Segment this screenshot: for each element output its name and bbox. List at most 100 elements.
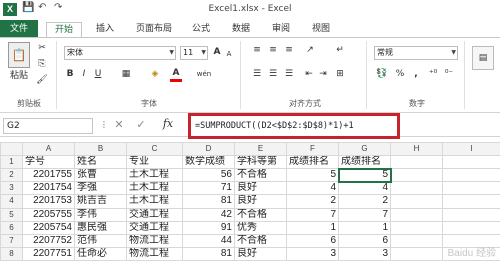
cell[interactable]: 李强	[74, 181, 127, 196]
cell[interactable]: 7	[286, 207, 339, 222]
cell[interactable]: 不合格	[234, 168, 287, 183]
increase-indent-icon[interactable]: ⇥	[316, 68, 330, 80]
cut-icon[interactable]: ✂	[36, 42, 48, 54]
cell[interactable]: 6	[286, 233, 339, 248]
font-size-combo[interactable]: 11 ▼	[180, 46, 208, 60]
cell[interactable]	[390, 155, 443, 170]
cell[interactable]: 范伟	[74, 233, 127, 248]
cell[interactable]: 4	[338, 181, 391, 196]
tab-page-layout[interactable]: 页面布局	[128, 22, 180, 38]
cell[interactable]: 56	[182, 168, 235, 183]
cell[interactable]: 良好	[234, 246, 287, 261]
orientation-icon[interactable]: ↗	[302, 44, 318, 56]
cancel-icon[interactable]: ✕	[112, 119, 126, 131]
cell[interactable]: 4	[286, 181, 339, 196]
cell[interactable]: 土木工程	[126, 168, 183, 183]
cell[interactable]: 专业	[126, 155, 183, 170]
cell[interactable]	[390, 181, 443, 196]
cell[interactable]: 2207751	[22, 246, 75, 261]
align-middle-icon[interactable]: ≡	[266, 44, 280, 56]
row-header[interactable]: 6	[0, 220, 23, 235]
tab-file[interactable]: 文件	[0, 20, 38, 38]
cell[interactable]	[442, 181, 500, 196]
font-color-icon[interactable]: A	[170, 67, 182, 82]
row-header[interactable]: 4	[0, 194, 23, 209]
conditional-format-icon[interactable]: ▤	[472, 46, 494, 70]
tab-home[interactable]: 开始	[46, 22, 82, 38]
row-header[interactable]: 5	[0, 207, 23, 222]
decrease-decimal-icon[interactable]: ⁰⁻	[442, 68, 456, 80]
cell[interactable]: 姚吉吉	[74, 194, 127, 209]
cell[interactable]: 不合格	[234, 207, 287, 222]
cell[interactable]: 土木工程	[126, 181, 183, 196]
cell[interactable]	[390, 246, 443, 261]
row-header[interactable]: 3	[0, 181, 23, 196]
format-painter-icon[interactable]: 🖌	[36, 74, 48, 86]
cell[interactable]: 2201755	[22, 168, 75, 183]
cell[interactable]: 2	[338, 194, 391, 209]
cell[interactable]: 不合格	[234, 233, 287, 248]
cell[interactable]	[442, 207, 500, 222]
cell[interactable]: 5	[286, 168, 339, 183]
tab-review[interactable]: 审阅	[264, 22, 298, 38]
fill-color-icon[interactable]: ◈	[148, 68, 162, 80]
paste-button[interactable]: 粘贴	[6, 70, 32, 82]
cell[interactable]: 2201754	[22, 181, 75, 196]
borders-icon[interactable]: ▦	[118, 68, 134, 80]
paste-icon[interactable]: 📋	[8, 42, 30, 68]
comma-button[interactable]: ,	[410, 68, 422, 80]
cell[interactable]	[442, 194, 500, 209]
cell[interactable]: 1	[338, 220, 391, 235]
cell[interactable]: 学科等第	[234, 155, 287, 170]
cell[interactable]	[442, 220, 500, 235]
increase-decimal-icon[interactable]: ⁺⁰	[426, 68, 440, 80]
cell[interactable]: 良好	[234, 181, 287, 196]
row-header[interactable]: 7	[0, 233, 23, 248]
cell[interactable]	[390, 233, 443, 248]
cell[interactable]: 7	[338, 207, 391, 222]
cell[interactable]: 土木工程	[126, 194, 183, 209]
cell[interactable]: 张曹	[74, 168, 127, 183]
insert-function-button[interactable]: fx	[160, 118, 176, 130]
align-bottom-icon[interactable]: ≡	[282, 44, 296, 56]
italic-button[interactable]: I	[78, 68, 90, 80]
cell[interactable]: 42	[182, 207, 235, 222]
cell[interactable]: 物流工程	[126, 233, 183, 248]
cell[interactable]: 惠民强	[74, 220, 127, 235]
cell[interactable]: 2207752	[22, 233, 75, 248]
cell[interactable]	[442, 155, 500, 170]
row-header[interactable]: 8	[0, 246, 23, 261]
font-name-combo[interactable]: 宋体 ▼	[64, 46, 176, 60]
cell[interactable]: 成绩排名	[338, 155, 391, 170]
align-left-icon[interactable]: ☰	[250, 68, 264, 80]
cell[interactable]	[390, 207, 443, 222]
cell[interactable]: 交通工程	[126, 220, 183, 235]
copy-icon[interactable]: ⎘	[36, 58, 48, 70]
wrap-text-icon[interactable]: ↵	[332, 44, 348, 56]
cell[interactable]: 物流工程	[126, 246, 183, 261]
cell[interactable]: 81	[182, 194, 235, 209]
underline-button[interactable]: U	[92, 68, 104, 80]
column-header[interactable]: F	[286, 141, 339, 157]
cell[interactable]: 良好	[234, 194, 287, 209]
column-header[interactable]: H	[390, 141, 443, 157]
cell[interactable]: 姓名	[74, 155, 127, 170]
shrink-font-icon[interactable]: A	[225, 48, 233, 60]
percent-button[interactable]: %	[394, 68, 406, 80]
row-header[interactable]: 1	[0, 155, 23, 170]
more-icon[interactable]: ⋮	[100, 119, 108, 131]
cell[interactable]	[390, 220, 443, 235]
grow-font-icon[interactable]: A	[212, 46, 222, 58]
select-all-corner[interactable]	[0, 141, 23, 157]
align-center-icon[interactable]: ☰	[266, 68, 280, 80]
cell[interactable]: 交通工程	[126, 207, 183, 222]
cell[interactable]: 任命必	[74, 246, 127, 261]
cell[interactable]: 71	[182, 181, 235, 196]
cell[interactable]	[390, 194, 443, 209]
cell[interactable]: 优秀	[234, 220, 287, 235]
selected-cell[interactable]: 5	[337, 167, 392, 183]
column-header[interactable]: I	[442, 141, 500, 157]
cell[interactable]: 3	[286, 246, 339, 261]
column-header[interactable]: E	[234, 141, 287, 157]
cell[interactable]: 2205755	[22, 207, 75, 222]
